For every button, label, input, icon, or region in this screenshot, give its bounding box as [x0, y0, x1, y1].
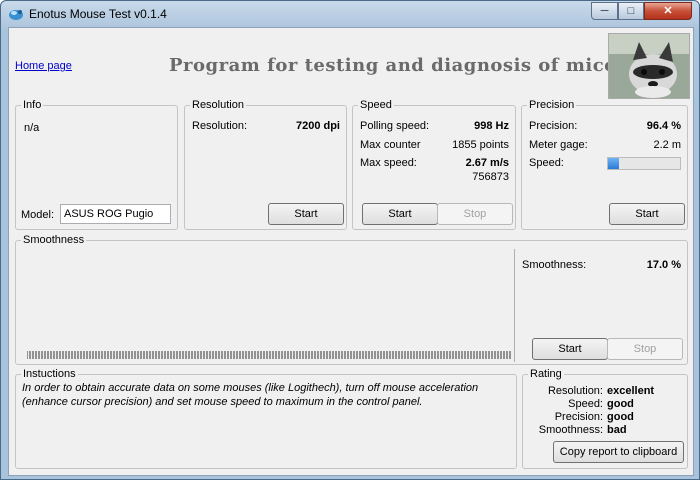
app-window: Enotus Mouse Test v0.1.4 ─ □ ✕ Home page…	[0, 0, 700, 480]
speed-start-button[interactable]: Start	[362, 203, 438, 225]
model-label: Model:	[21, 209, 55, 221]
max-speed-raw: 756873	[472, 171, 509, 183]
speed-legend: Speed	[358, 99, 394, 112]
meter-gage-value: 2.2 m	[653, 139, 681, 151]
maximize-button[interactable]: □	[618, 2, 644, 20]
resolution-value: 7200 dpi	[295, 120, 340, 132]
max-counter-value: 1855 points	[452, 139, 509, 151]
resolution-start-button[interactable]: Start	[268, 203, 344, 225]
info-value: n/a	[24, 122, 40, 134]
rating-smoothness-label: Smoothness:	[538, 424, 603, 436]
precision-speed-bar	[607, 157, 681, 170]
precision-group: Precision Precision: 96.4 % Meter gage: …	[521, 99, 688, 230]
speed-group: Speed Polling speed: 998 Hz Max counter …	[352, 99, 516, 230]
smoothness-stop-button[interactable]: Stop	[607, 338, 683, 360]
max-counter-label: Max counter	[360, 139, 421, 151]
max-speed-label: Max speed:	[360, 157, 417, 169]
smoothness-ticks	[27, 351, 511, 359]
client-area: Home page Program for testing and diagno…	[8, 27, 694, 476]
rating-precision-value: good	[607, 411, 634, 423]
rating-precision-label: Precision:	[554, 411, 603, 423]
smoothness-legend: Smoothness	[21, 234, 87, 247]
rating-resolution-value: excellent	[607, 385, 655, 397]
raccoon-logo	[608, 33, 690, 99]
precision-start-button[interactable]: Start	[609, 203, 685, 225]
smoothness-value: 17.0 %	[646, 259, 681, 271]
precision-speed-label: Speed:	[529, 157, 564, 169]
precision-speed-bar-fill	[608, 158, 619, 169]
rating-resolution-label: Resolution:	[547, 385, 603, 397]
mouse-app-icon	[9, 10, 23, 20]
info-legend: Info	[21, 99, 44, 112]
precision-legend: Precision	[527, 99, 577, 112]
precision-value: 96.4 %	[646, 120, 681, 132]
meter-gage-label: Meter gage:	[529, 139, 588, 151]
speed-stop-button[interactable]: Stop	[437, 203, 513, 225]
instructions-group: Instuctions In order to obtain accurate …	[15, 368, 517, 469]
copy-report-button[interactable]: Copy report to clipboard	[553, 441, 684, 463]
resolution-label: Resolution:	[192, 120, 248, 132]
instructions-text: In order to obtain accurate data on some…	[22, 382, 479, 408]
max-speed-value: 2.67 m/s	[465, 157, 509, 169]
rating-group: Rating Resolution: excellent Speed: good…	[522, 368, 688, 469]
rating-speed-value: good	[607, 398, 634, 410]
smoothness-label: Smoothness:	[522, 259, 587, 271]
rating-speed-label: Speed:	[568, 398, 603, 410]
info-group: Info n/a Model: ASUS ROG Pugio	[15, 99, 178, 230]
smoothness-group: Smoothness Smoothness: 17.0 % Start Stop	[15, 234, 688, 365]
home-page-link[interactable]: Home page	[15, 60, 72, 72]
instructions-legend: Instuctions	[21, 368, 78, 381]
minimize-button[interactable]: ─	[591, 2, 618, 20]
polling-speed-value: 998 Hz	[474, 120, 509, 132]
close-button[interactable]: ✕	[644, 2, 692, 20]
rating-legend: Rating	[528, 368, 564, 381]
title-bar[interactable]: Enotus Mouse Test v0.1.4 ─ □ ✕	[1, 1, 699, 27]
page-title: Program for testing and diagnosis of mic…	[169, 55, 617, 76]
resolution-legend: Resolution	[190, 99, 246, 112]
smoothness-plot	[21, 249, 515, 362]
smoothness-start-button[interactable]: Start	[532, 338, 608, 360]
window-title: Enotus Mouse Test v0.1.4	[29, 7, 167, 21]
model-field[interactable]: ASUS ROG Pugio	[60, 204, 171, 224]
polling-speed-label: Polling speed:	[360, 120, 430, 132]
rating-smoothness-value: bad	[607, 424, 627, 436]
precision-label: Precision:	[529, 120, 578, 132]
resolution-group: Resolution Resolution: 7200 dpi Start	[184, 99, 347, 230]
